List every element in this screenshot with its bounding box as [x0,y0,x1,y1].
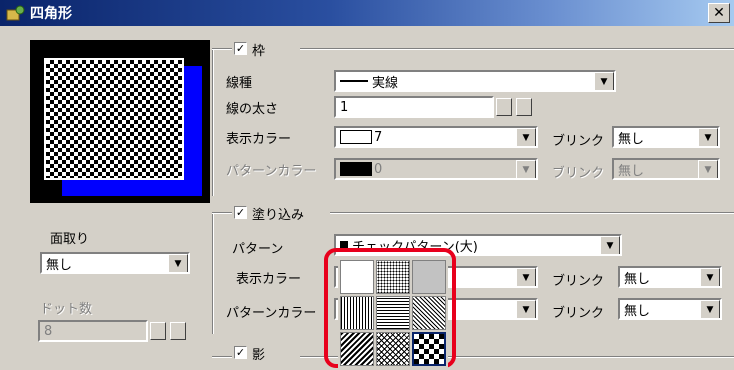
frame-blink-select[interactable]: 無し ▼ [612,126,720,148]
frame-pattern-color-dropdown-button[interactable]: ▼ [516,160,536,178]
fill-pattern-blink-label: ブリンク [552,306,605,321]
fill-blink-select[interactable]: 無し ▼ [618,266,722,288]
pattern-option-horizontal-lines[interactable] [376,296,410,330]
frame-group-top-border [212,48,232,50]
frame-display-color-label: 表示カラー [226,132,292,147]
chevron-down-icon: ▼ [704,165,712,175]
line-width-keypad-button[interactable] [516,98,532,116]
line-type-label: 線種 [226,76,253,91]
chevron-down-icon: ▼ [706,305,714,315]
window-title: 四角形 [30,6,72,22]
dot-count-label: ドット数 [40,302,93,317]
shadow-checkbox[interactable]: ✓ [234,346,247,359]
frame-blink-dropdown-button[interactable]: ▼ [698,128,718,146]
fill-display-color-dropdown-button[interactable]: ▼ [516,268,536,286]
close-button[interactable]: ✕ [708,3,730,23]
frame-pattern-color-value: 0 [374,161,383,177]
frame-display-color-select[interactable]: 7 ▼ [334,126,538,148]
chevron-down-icon: ▼ [174,259,182,269]
pattern-option-diagonal-lines[interactable] [412,296,446,330]
pattern-option-checker-large[interactable] [412,332,446,366]
pattern-option-white[interactable] [340,260,374,294]
fill-pattern-blink-value: 無し [624,303,651,319]
dot-count-value: 8 [44,323,53,339]
line-width-value: 1 [340,99,349,115]
color-swatch [340,130,372,144]
chevron-down-icon: ▼ [522,133,530,143]
chevron-down-icon: ▼ [522,165,530,175]
chamfer-select[interactable]: 無し ▼ [40,252,190,274]
pattern-option-vertical-lines[interactable] [340,296,374,330]
chevron-down-icon: ▼ [600,77,608,87]
close-icon: ✕ [713,5,725,21]
frame-pattern-blink-label: ブリンク [552,166,605,181]
pattern-palette[interactable] [338,258,448,368]
shadow-checkbox-label: 影 [252,348,266,363]
fill-group-top-border [212,212,232,214]
chevron-down-icon: ▼ [706,273,714,283]
pattern-option-dots-dense[interactable] [412,260,446,294]
frame-blink-label: ブリンク [552,134,605,149]
chevron-down-icon: ▼ [522,305,530,315]
fill-group-left-border [212,214,214,334]
shadow-group-top-border [212,356,232,358]
fill-pattern-blink-dropdown-button[interactable]: ▼ [700,300,720,318]
line-type-dropdown-button[interactable]: ▼ [594,72,614,90]
pattern-option-crosshatch[interactable] [376,332,410,366]
fill-pattern-dropdown-button[interactable]: ▼ [600,236,620,254]
chamfer-label: 面取り [50,232,90,247]
preview-fill [44,58,184,180]
line-type-swatch [340,80,368,82]
fill-pattern-color-dropdown-button[interactable]: ▼ [516,300,536,318]
frame-group-top-border-right [300,48,734,50]
line-type-select[interactable]: 実線 ▼ [334,70,616,92]
fill-pattern-label: パターン [232,242,284,257]
fill-display-color-label: 表示カラー [236,272,302,287]
chamfer-dropdown-button[interactable]: ▼ [168,254,188,272]
frame-display-color-value: 7 [374,129,383,145]
pattern-option-dots-fine[interactable] [376,260,410,294]
fill-checkbox[interactable]: ✓ [234,206,247,219]
frame-group-left-border [212,50,214,196]
frame-pattern-color-label: パターンカラー [226,164,317,179]
frame-pattern-color-select[interactable]: 0 ▼ [334,158,538,180]
fill-blink-label: ブリンク [552,274,605,289]
frame-pattern-blink-select[interactable]: 無し ▼ [612,158,720,180]
frame-checkbox-label: 枠 [252,44,266,59]
frame-pattern-blink-value: 無し [618,163,645,179]
fill-pattern-color-label: パターンカラー [226,306,317,321]
line-type-value: 実線 [372,75,399,91]
color-swatch [340,162,372,176]
line-width-spinner[interactable] [496,98,512,116]
fill-group-top-border-right [330,212,734,214]
frame-display-color-dropdown-button[interactable]: ▼ [516,128,536,146]
chevron-down-icon: ▼ [704,133,712,143]
app-icon [6,5,25,21]
line-width-label: 線の太さ [226,102,279,117]
fill-pattern-blink-select[interactable]: 無し ▼ [618,298,722,320]
frame-pattern-blink-dropdown-button[interactable]: ▼ [698,160,718,178]
line-width-input[interactable]: 1 [334,96,494,118]
fill-checkbox-label: 塗り込み [252,208,305,223]
title-bar [0,0,734,26]
frame-blink-value: 無し [618,131,645,147]
chevron-down-icon: ▼ [522,273,530,283]
dot-count-input[interactable]: 8 [38,320,148,342]
frame-checkbox[interactable]: ✓ [234,42,247,55]
chevron-down-icon: ▼ [606,241,614,251]
fill-blink-dropdown-button[interactable]: ▼ [700,268,720,286]
shape-preview [30,40,210,203]
dot-count-spinner[interactable] [150,322,166,340]
dot-count-keypad-button[interactable] [170,322,186,340]
pattern-option-diagonal-bold[interactable] [340,332,374,366]
chamfer-value: 無し [46,257,73,273]
fill-blink-value: 無し [624,271,651,287]
